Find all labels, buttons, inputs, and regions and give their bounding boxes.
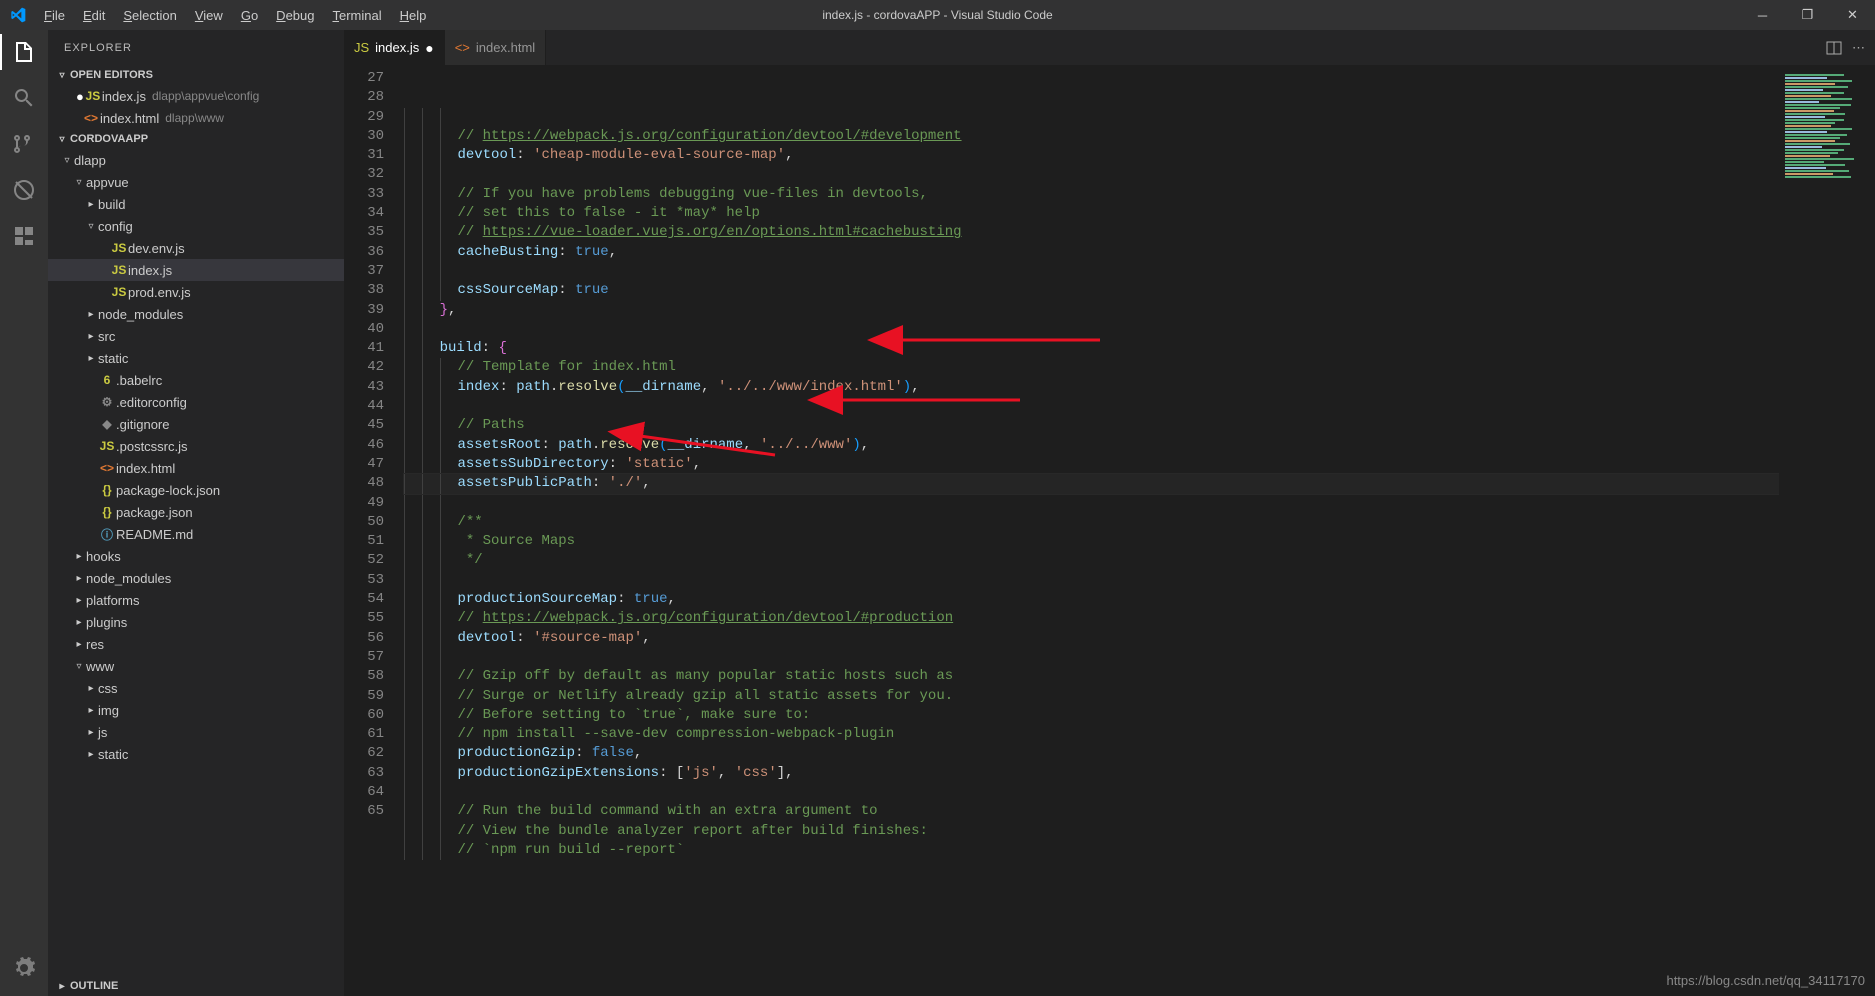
activity-bar: [0, 30, 48, 996]
editor-tab[interactable]: JSindex.js●: [344, 30, 445, 65]
tree-item[interactable]: JSindex.js: [48, 259, 344, 281]
tree-item[interactable]: ▸src: [48, 325, 344, 347]
tree-item[interactable]: JS.postcssrc.js: [48, 435, 344, 457]
tree-item[interactable]: ▸build: [48, 193, 344, 215]
tree-item[interactable]: ▸plugins: [48, 611, 344, 633]
menu-selection[interactable]: Selection: [115, 4, 184, 27]
explorer-sidebar: EXPLORER ▿OPEN EDITORS ●JSindex.jsdlapp\…: [48, 30, 344, 996]
extensions-icon[interactable]: [10, 222, 38, 250]
close-window-button[interactable]: ✕: [1830, 0, 1875, 30]
explorer-icon[interactable]: [10, 38, 38, 66]
tree-item[interactable]: {}package.json: [48, 501, 344, 523]
maximize-button[interactable]: ❐: [1785, 0, 1830, 30]
editor-tabs: JSindex.js●<>index.html ⋯: [344, 30, 1875, 65]
tree-item[interactable]: ▸node_modules: [48, 567, 344, 589]
tree-item[interactable]: ▸static: [48, 743, 344, 765]
tree-item[interactable]: JSprod.env.js: [48, 281, 344, 303]
tree-item[interactable]: ▸css: [48, 677, 344, 699]
outline-section[interactable]: ▸OUTLINE: [48, 976, 344, 996]
line-gutter: 2728293031323334353637383940414243444546…: [344, 65, 404, 996]
sidebar-title: EXPLORER: [48, 30, 344, 65]
titlebar: File Edit Selection View Go Debug Termin…: [0, 0, 1875, 30]
search-icon[interactable]: [10, 84, 38, 112]
open-editors-section[interactable]: ▿OPEN EDITORS: [48, 65, 344, 85]
tree-item[interactable]: ⚙.editorconfig: [48, 391, 344, 413]
editor-tab[interactable]: <>index.html: [445, 30, 546, 65]
tree-item[interactable]: {}package-lock.json: [48, 479, 344, 501]
debug-icon[interactable]: [10, 176, 38, 204]
menu-debug[interactable]: Debug: [268, 4, 322, 27]
tree-item[interactable]: ▸js: [48, 721, 344, 743]
split-editor-icon[interactable]: [1826, 40, 1842, 56]
editor-area: JSindex.js●<>index.html ⋯ 27282930313233…: [344, 30, 1875, 996]
tree-item[interactable]: ◆.gitignore: [48, 413, 344, 435]
file-tree[interactable]: ▿dlapp▿appvue▸build▿configJSdev.env.jsJS…: [48, 149, 344, 976]
tree-item[interactable]: ▸img: [48, 699, 344, 721]
tree-item[interactable]: ▸platforms: [48, 589, 344, 611]
minimize-button[interactable]: ─: [1740, 0, 1785, 30]
source-control-icon[interactable]: [10, 130, 38, 158]
open-editor-item[interactable]: <>index.htmldlapp\www: [48, 107, 344, 129]
tree-item[interactable]: 6.babelrc: [48, 369, 344, 391]
minimap[interactable]: [1779, 65, 1875, 996]
tree-item[interactable]: JSdev.env.js: [48, 237, 344, 259]
project-section[interactable]: ▿CORDOVAAPP: [48, 129, 344, 149]
tree-item[interactable]: ▿appvue: [48, 171, 344, 193]
menu-terminal[interactable]: Terminal: [324, 4, 389, 27]
settings-gear-icon[interactable]: [10, 954, 38, 982]
tree-item[interactable]: ▸res: [48, 633, 344, 655]
tree-item[interactable]: ▿dlapp: [48, 149, 344, 171]
menu-help[interactable]: Help: [392, 4, 435, 27]
tree-item[interactable]: ▸static: [48, 347, 344, 369]
tree-item[interactable]: ⓘREADME.md: [48, 523, 344, 545]
vscode-logo-icon: [10, 7, 26, 23]
window-title: index.js - cordovaAPP - Visual Studio Co…: [822, 8, 1052, 22]
code-editor[interactable]: 2728293031323334353637383940414243444546…: [344, 65, 1875, 996]
menu-go[interactable]: Go: [233, 4, 266, 27]
code-content[interactable]: // https://webpack.js.org/configuration/…: [404, 65, 1779, 996]
tree-item[interactable]: ▿www: [48, 655, 344, 677]
menubar: File Edit Selection View Go Debug Termin…: [36, 4, 434, 27]
menu-view[interactable]: View: [187, 4, 231, 27]
tree-item[interactable]: ▸node_modules: [48, 303, 344, 325]
tree-item[interactable]: ▿config: [48, 215, 344, 237]
menu-file[interactable]: File: [36, 4, 73, 27]
open-editor-item[interactable]: ●JSindex.jsdlapp\appvue\config: [48, 85, 344, 107]
menu-edit[interactable]: Edit: [75, 4, 113, 27]
tree-item[interactable]: ▸hooks: [48, 545, 344, 567]
tree-item[interactable]: <>index.html: [48, 457, 344, 479]
more-actions-icon[interactable]: ⋯: [1852, 40, 1865, 56]
watermark: https://blog.csdn.net/qq_34117170: [1666, 973, 1865, 988]
